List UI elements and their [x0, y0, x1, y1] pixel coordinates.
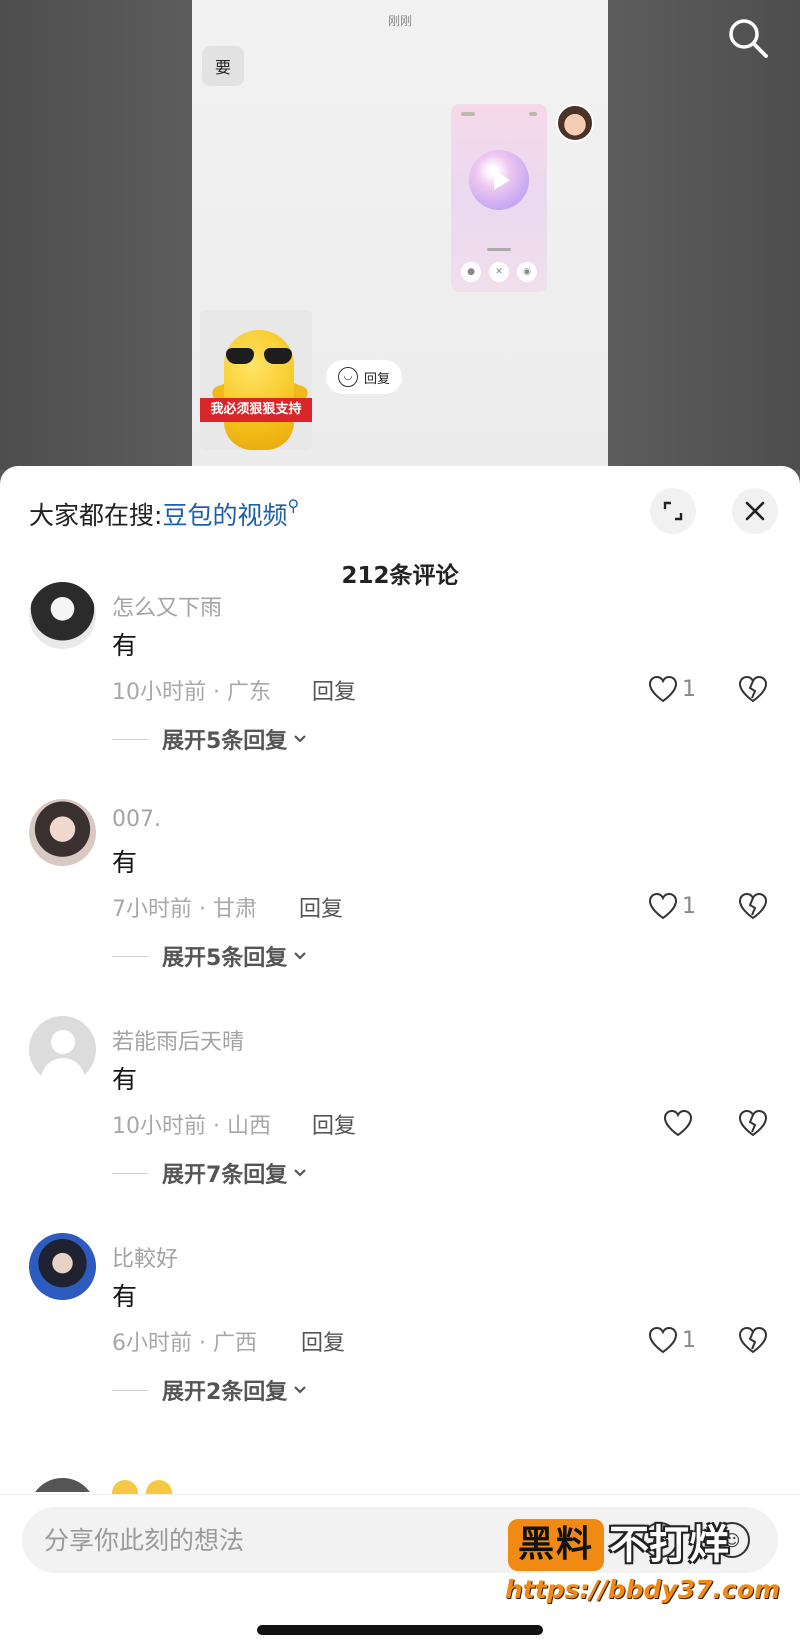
comment-text: 有	[112, 848, 138, 877]
heart-icon	[663, 1109, 693, 1137]
expand-replies-label: 展开7条回复	[162, 1163, 288, 1188]
like-button[interactable]: 1	[648, 891, 696, 921]
camera-icon: ◉	[517, 262, 537, 282]
shared-screenshot: ● ✕ ◉	[451, 104, 547, 292]
comment-meta: 10小时前 · 山西	[112, 1114, 271, 1139]
expand-replies-button[interactable]: 展开5条回复	[112, 724, 307, 754]
video-player[interactable]: 刚刚 要 ● ✕ ◉ 我必须狠狠支持 ◡ 回复	[0, 0, 800, 470]
home-indicator[interactable]	[257, 1625, 543, 1635]
hot-search-bar[interactable]: 大家都在搜:豆包的视频⚲	[29, 496, 299, 532]
dislike-broken-heart-icon[interactable]	[737, 891, 769, 921]
chevron-down-icon	[294, 735, 307, 743]
avatar[interactable]	[29, 799, 96, 866]
close-button[interactable]	[732, 488, 778, 534]
comment-meta: 6小时前 · 广西	[112, 1331, 257, 1356]
avatar[interactable]	[29, 1233, 96, 1300]
emoji-face-icon: ◡	[337, 367, 358, 387]
search-icon[interactable]	[726, 16, 770, 60]
search-small-icon: ⚲	[287, 496, 300, 515]
chat-avatar	[556, 104, 594, 142]
comment-username[interactable]: 若能雨后天晴	[112, 1024, 244, 1056]
like-button[interactable]: 1	[648, 1325, 696, 1355]
comment-item: 若能雨后天晴 有 10小时前 · 山西 回复 展开7条回复	[0, 1016, 800, 1226]
expand-replies-label: 展开2条回复	[162, 1380, 288, 1405]
expand-icon	[663, 501, 683, 521]
comment-text: 有	[112, 1282, 138, 1311]
close-icon: ✕	[489, 262, 509, 282]
reply-button[interactable]: 回复	[312, 1108, 356, 1140]
expand-replies-label: 展开5条回复	[162, 946, 288, 971]
next-comment-avatar	[29, 1478, 96, 1492]
reply-chip-label: 回复	[363, 371, 390, 387]
chat-timestamp: 刚刚	[387, 14, 412, 28]
sticker-caption: 我必须狠狠支持	[200, 398, 312, 422]
comment-input[interactable]	[44, 1507, 484, 1573]
dislike-broken-heart-icon[interactable]	[737, 674, 769, 704]
video-frame: 刚刚 要 ● ✕ ◉ 我必须狠狠支持 ◡ 回复	[192, 0, 608, 470]
watermark: 黑料 不打烊 https://bbdy37.com	[505, 1519, 795, 1619]
chevron-down-icon	[294, 1169, 307, 1177]
duck-sticker: 我必须狠狠支持	[200, 310, 312, 450]
watermark-text: 不打烊	[609, 1522, 729, 1568]
sticker-reply-button[interactable]: ◡ 回复	[326, 360, 402, 394]
comment-text: 有	[112, 1065, 138, 1094]
dislike-broken-heart-icon[interactable]	[737, 1325, 769, 1355]
heart-icon	[648, 892, 678, 920]
comment-item: 比較好 有 6小时前 · 广西 回复 1 展开2条回复	[0, 1233, 800, 1443]
expand-button[interactable]	[650, 488, 696, 534]
like-count: 1	[682, 1327, 696, 1353]
chevron-down-icon	[294, 952, 307, 960]
heart-icon	[648, 675, 678, 703]
heart-icon	[648, 1326, 678, 1354]
comment-item: 007. 有 7小时前 · 甘肃 回复 1 展开5条回复	[0, 799, 800, 1009]
play-orb-icon	[469, 150, 529, 210]
expand-replies-button[interactable]: 展开5条回复	[112, 941, 307, 971]
reply-button[interactable]: 回复	[301, 1325, 345, 1357]
avatar[interactable]	[29, 582, 96, 649]
mic-icon: ●	[461, 262, 481, 282]
watermark-badge: 黑料	[508, 1519, 604, 1571]
hot-search-link[interactable]: 豆包的视频	[162, 501, 287, 530]
expand-replies-label: 展开5条回复	[162, 729, 288, 754]
comment-meta: 7小时前 · 甘肃	[112, 897, 257, 922]
next-comment-emoji	[112, 1480, 172, 1494]
comment-meta: 10小时前 · 广东	[112, 680, 271, 705]
dislike-broken-heart-icon[interactable]	[737, 1108, 769, 1138]
comment-username[interactable]: 怎么又下雨	[112, 590, 222, 622]
comment-item: 怎么又下雨 有 10小时前 · 广东 回复 1 展开5条回复	[0, 582, 800, 792]
reply-button[interactable]: 回复	[312, 674, 356, 706]
chevron-down-icon	[294, 1386, 307, 1394]
reply-button[interactable]: 回复	[299, 891, 343, 923]
hot-search-prefix: 大家都在搜:	[29, 501, 163, 530]
expand-replies-button[interactable]: 展开7条回复	[112, 1158, 307, 1188]
comments-panel: 大家都在搜:豆包的视频⚲ 212条评论 怎么又下雨 有 10小时前 · 广东 回…	[0, 466, 800, 1646]
comment-input-bar: @ ☺ 黑料 不打烊 https://bbdy37.com	[0, 1494, 800, 1646]
expand-replies-button[interactable]: 展开2条回复	[112, 1375, 307, 1405]
comment-username[interactable]: 比較好	[112, 1241, 178, 1273]
comment-username[interactable]: 007.	[112, 807, 161, 832]
like-count: 1	[682, 676, 696, 702]
chat-bubble: 要	[202, 46, 244, 86]
default-avatar[interactable]	[29, 1016, 96, 1083]
like-button[interactable]: 1	[648, 674, 696, 704]
watermark-url: https://bbdy37.com	[505, 1575, 781, 1604]
like-count: 1	[682, 893, 696, 919]
comment-text: 有	[112, 631, 138, 660]
like-button[interactable]	[663, 1108, 697, 1138]
close-icon	[745, 501, 765, 521]
